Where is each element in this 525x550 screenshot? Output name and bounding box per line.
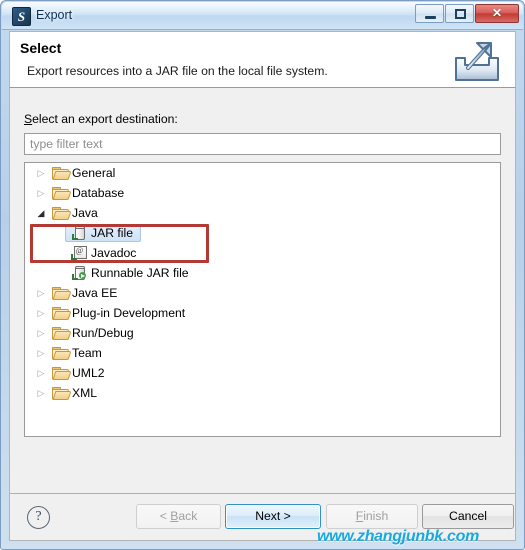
maximize-icon [455, 9, 466, 19]
minimize-icon [425, 16, 436, 19]
tree-item-javadoc[interactable]: @ Javadoc [25, 243, 500, 263]
app-icon-glyph: S [17, 9, 26, 24]
tree-item-label: General [72, 166, 116, 180]
window-title: Export [36, 8, 73, 22]
tree-item-team[interactable]: ▷ Team [25, 343, 500, 363]
export-dialog-window: S Export ✕ Select Export resources into … [0, 0, 525, 550]
wizard-header: Select Export resources into a JAR file … [9, 31, 516, 88]
page-title: Select [20, 40, 62, 56]
next-button[interactable]: Next > [225, 504, 321, 529]
tree-item-label: JAR file [91, 226, 133, 240]
expand-arrow-icon[interactable]: ▷ [33, 303, 49, 323]
expand-arrow-icon[interactable]: ▷ [33, 363, 49, 383]
tree-item-database[interactable]: ▷ Database [25, 183, 500, 203]
next-button-label: ext > [264, 509, 291, 523]
tree-item-general[interactable]: ▷ General [25, 163, 500, 183]
destination-label-text: elect an export destination: [32, 112, 178, 126]
close-icon: ✕ [491, 6, 503, 20]
expand-arrow-icon[interactable]: ▷ [33, 343, 49, 363]
tree-item-label: Java [72, 206, 98, 220]
expand-arrow-icon[interactable]: ▷ [33, 323, 49, 343]
back-button-label: ack [178, 509, 198, 523]
collapse-arrow-icon[interactable]: ◢ [33, 203, 49, 223]
export-arrow-tray-icon [449, 36, 505, 86]
expand-arrow-icon[interactable]: ▷ [33, 383, 49, 403]
tree-item-jar-file[interactable]: JAR file [25, 223, 500, 243]
title-bar: S Export ✕ [2, 2, 523, 30]
tree-item-run-debug[interactable]: ▷ Run/Debug [25, 323, 500, 343]
maximize-button[interactable] [445, 4, 474, 23]
back-button[interactable]: < Back [136, 504, 221, 529]
expand-arrow-icon[interactable]: ▷ [33, 283, 49, 303]
tree-item-java[interactable]: ◢ Java [25, 203, 500, 223]
expand-arrow-icon[interactable]: ▷ [33, 163, 49, 183]
tree-item-label: XML [72, 386, 98, 400]
tree-item-java-ee[interactable]: ▷ Java EE [25, 283, 500, 303]
next-button-mnemonic: N [255, 509, 265, 523]
expand-arrow-icon[interactable]: ▷ [33, 183, 49, 203]
tree-item-label: Team [72, 346, 102, 360]
close-button[interactable]: ✕ [475, 4, 519, 23]
filter-input[interactable] [24, 133, 501, 155]
cancel-button-label: Cancel [449, 509, 487, 523]
minimize-button[interactable] [415, 4, 444, 23]
destination-label-mnemonic: S [24, 112, 33, 126]
tree-item-label: UML2 [72, 366, 105, 380]
finish-button[interactable]: Finish [326, 504, 418, 529]
tree-item-label: Javadoc [91, 246, 137, 260]
tree-rows-container: ▷ General ▷ Database ◢ Java JAR file @ Javadoc Ru… [25, 163, 500, 403]
help-icon[interactable]: ? [27, 506, 50, 529]
tree-item-label: Plug-in Development [72, 306, 186, 320]
destination-label: Select an export destination: [24, 112, 178, 126]
tree-item-xml[interactable]: ▷ XML [25, 383, 500, 403]
back-button-prefix: < [159, 509, 171, 523]
wizard-body: Select an export destination: ▷ General ▷ D… [9, 88, 516, 493]
tree-item-uml2[interactable]: ▷ UML2 [25, 363, 500, 383]
export-wizard-icon: S [12, 7, 31, 26]
tree-item-plug-in-development[interactable]: ▷ Plug-in Development [25, 303, 500, 323]
export-icon-svg [455, 42, 499, 81]
finish-button-label: inish [363, 509, 389, 523]
cancel-button[interactable]: Cancel [422, 504, 514, 529]
tree-item-label: Run/Debug [72, 326, 134, 340]
tree-item-label: Database [72, 186, 125, 200]
tree-item-label: Runnable JAR file [91, 266, 189, 280]
site-watermark: www.zhangjunbk.com [317, 528, 480, 545]
page-description: Export resources into a JAR file on the … [27, 64, 328, 78]
tree-item-label: Java EE [72, 286, 118, 300]
export-destination-tree[interactable]: ▷ General ▷ Database ◢ Java JAR file @ Javadoc Ru… [24, 162, 501, 437]
tree-item-runnable-jar-file[interactable]: Runnable JAR file [25, 263, 500, 283]
